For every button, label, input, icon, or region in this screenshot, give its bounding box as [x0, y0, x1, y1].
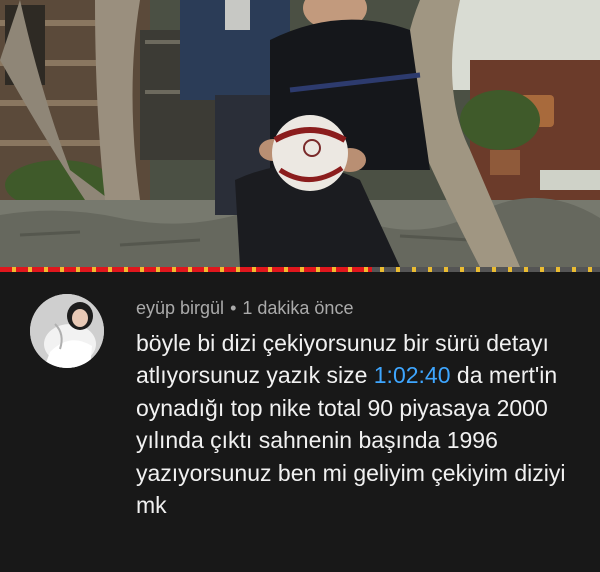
video-still-image [0, 0, 600, 267]
comment-time[interactable]: 1 dakika önce [242, 298, 353, 318]
meta-separator: • [230, 298, 237, 318]
avatar-icon[interactable] [30, 294, 104, 368]
comment-item: eyüp birgül • 1 dakika önce böyle bi dizi … [0, 272, 600, 572]
timestamp-link[interactable]: 1:02:40 [374, 362, 451, 388]
comment-meta: eyüp birgül • 1 dakika önce [136, 298, 353, 319]
comment-author[interactable]: eyüp birgül [136, 298, 224, 318]
comment-text: böyle bi dizi çekiyorsunuz bir sürü deta… [136, 327, 576, 521]
video-frame[interactable] [0, 0, 600, 267]
